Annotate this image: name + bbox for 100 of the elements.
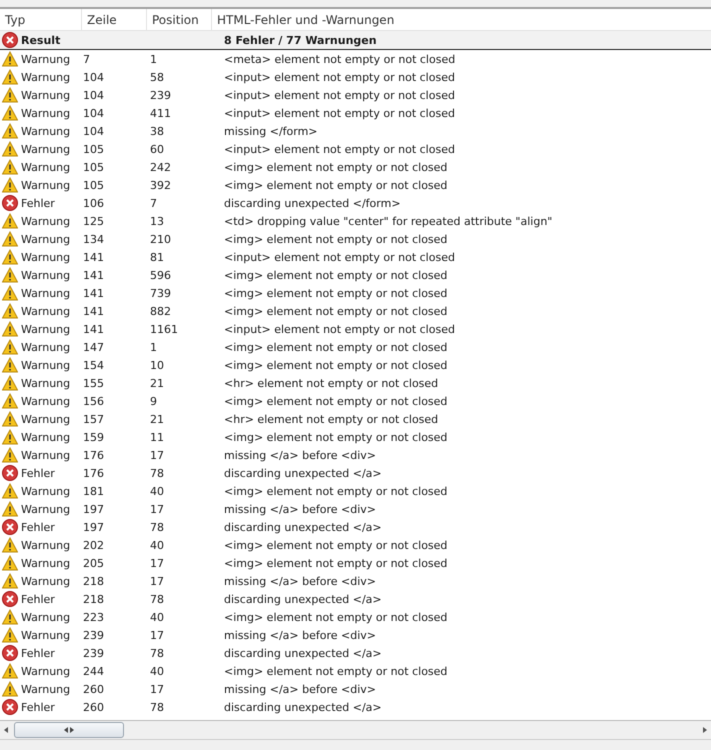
column-header[interactable]: Zeile [82, 9, 147, 30]
warning-icon [2, 141, 18, 157]
position-cell: 7 [150, 196, 157, 210]
warning-icon [2, 573, 18, 589]
column-header[interactable]: Typ [0, 9, 82, 30]
position-cell: 1 [150, 340, 157, 354]
line-cell: 202 [83, 538, 104, 552]
message-cell: discarding unexpected </a> [224, 520, 382, 534]
line-cell: 218 [83, 592, 104, 606]
message-cell: missing </a> before <div> [224, 682, 376, 696]
grip-icon [63, 726, 75, 734]
warning-icon [2, 231, 18, 247]
position-cell: 78 [150, 520, 164, 534]
warning-icon [2, 393, 18, 409]
message-cell: <img> element not empty or not closed [224, 484, 448, 498]
message-cell: missing </form> [224, 124, 318, 138]
type-cell: Warnung [21, 358, 70, 372]
message-cell: <img> element not empty or not closed [224, 232, 448, 246]
scroll-left-icon[interactable] [2, 726, 10, 734]
warning-icon [2, 339, 18, 355]
position-cell: 78 [150, 646, 164, 660]
position-cell: 58 [150, 70, 164, 84]
line-cell: 125 [83, 214, 104, 228]
warning-icon [2, 87, 18, 103]
message-cell: <td> dropping value "center" for repeated attribute "align" [224, 214, 552, 228]
line-cell: 218 [83, 574, 104, 588]
line-cell: 223 [83, 610, 104, 624]
position-cell: 17 [150, 556, 164, 570]
position-cell: 882 [150, 304, 171, 318]
warning-icon [2, 105, 18, 121]
line-cell: 176 [83, 466, 104, 480]
position-cell: 78 [150, 466, 164, 480]
column-header[interactable]: Position [147, 9, 212, 30]
line-cell: 134 [83, 232, 104, 246]
message-cell: <img> element not empty or not closed [224, 538, 448, 552]
type-cell: Warnung [21, 430, 70, 444]
type-cell: Warnung [21, 412, 70, 426]
type-cell: Warnung [21, 538, 70, 552]
warning-icon [2, 213, 18, 229]
warning-icon [2, 447, 18, 463]
scrollbar-thumb[interactable] [14, 722, 124, 738]
position-cell: 17 [150, 448, 164, 462]
message-cell: <meta> element not empty or not closed [224, 52, 456, 66]
position-cell: 78 [150, 592, 164, 606]
type-cell: Warnung [21, 124, 70, 138]
line-cell: 104 [83, 124, 104, 138]
type-cell: Warnung [21, 286, 70, 300]
type-cell: Warnung [21, 142, 70, 156]
type-cell: Fehler [21, 592, 55, 606]
type-cell: Warnung [21, 628, 70, 642]
message-cell: <img> element not empty or not closed [224, 268, 448, 282]
line-cell: 154 [83, 358, 104, 372]
message-cell: <hr> element not empty or not closed [224, 412, 438, 426]
message-cell: <img> element not empty or not closed [224, 160, 448, 174]
type-cell: Warnung [21, 52, 70, 66]
line-cell: 105 [83, 178, 104, 192]
line-cell: 105 [83, 160, 104, 174]
warning-icon [2, 627, 18, 643]
line-cell: 141 [83, 268, 104, 282]
line-cell: 197 [83, 520, 104, 534]
message-cell: <input> element not empty or not closed [224, 106, 455, 120]
warning-icon [2, 357, 18, 373]
position-cell: 392 [150, 178, 171, 192]
type-cell: Warnung [21, 304, 70, 318]
warning-icon [2, 285, 18, 301]
type-cell: Warnung [21, 556, 70, 570]
line-cell: 239 [83, 646, 104, 660]
position-cell: 60 [150, 142, 164, 156]
type-cell: Warnung [21, 448, 70, 462]
column-header[interactable]: HTML-Fehler und -Warnungen [212, 9, 711, 30]
line-cell: 141 [83, 286, 104, 300]
message-cell: <input> element not empty or not closed [224, 250, 455, 264]
position-cell: 11 [150, 430, 164, 444]
type-cell: Warnung [21, 70, 70, 84]
type-cell: Warnung [21, 232, 70, 246]
message-cell: <hr> element not empty or not closed [224, 376, 438, 390]
summary-message: 8 Fehler / 77 Warnungen [224, 34, 377, 46]
position-cell: 13 [150, 214, 164, 228]
message-cell: <img> element not empty or not closed [224, 664, 448, 678]
position-cell: 21 [150, 412, 164, 426]
line-cell: 244 [83, 664, 104, 678]
message-cell: <img> element not empty or not closed [224, 286, 448, 300]
warning-icon [2, 555, 18, 571]
type-cell: Warnung [21, 214, 70, 228]
scroll-right-icon[interactable] [701, 726, 709, 734]
line-cell: 181 [83, 484, 104, 498]
type-cell: Warnung [21, 394, 70, 408]
warning-icon [2, 267, 18, 283]
position-cell: 10 [150, 358, 164, 372]
warning-icon [2, 159, 18, 175]
position-cell: 17 [150, 628, 164, 642]
line-cell: 197 [83, 502, 104, 516]
line-cell: 176 [83, 448, 104, 462]
line-cell: 155 [83, 376, 104, 390]
line-cell: 141 [83, 304, 104, 318]
line-cell: 106 [83, 196, 104, 210]
horizontal-scrollbar[interactable] [0, 720, 711, 740]
position-cell: 40 [150, 610, 164, 624]
line-cell: 104 [83, 70, 104, 84]
type-cell: Warnung [21, 484, 70, 498]
